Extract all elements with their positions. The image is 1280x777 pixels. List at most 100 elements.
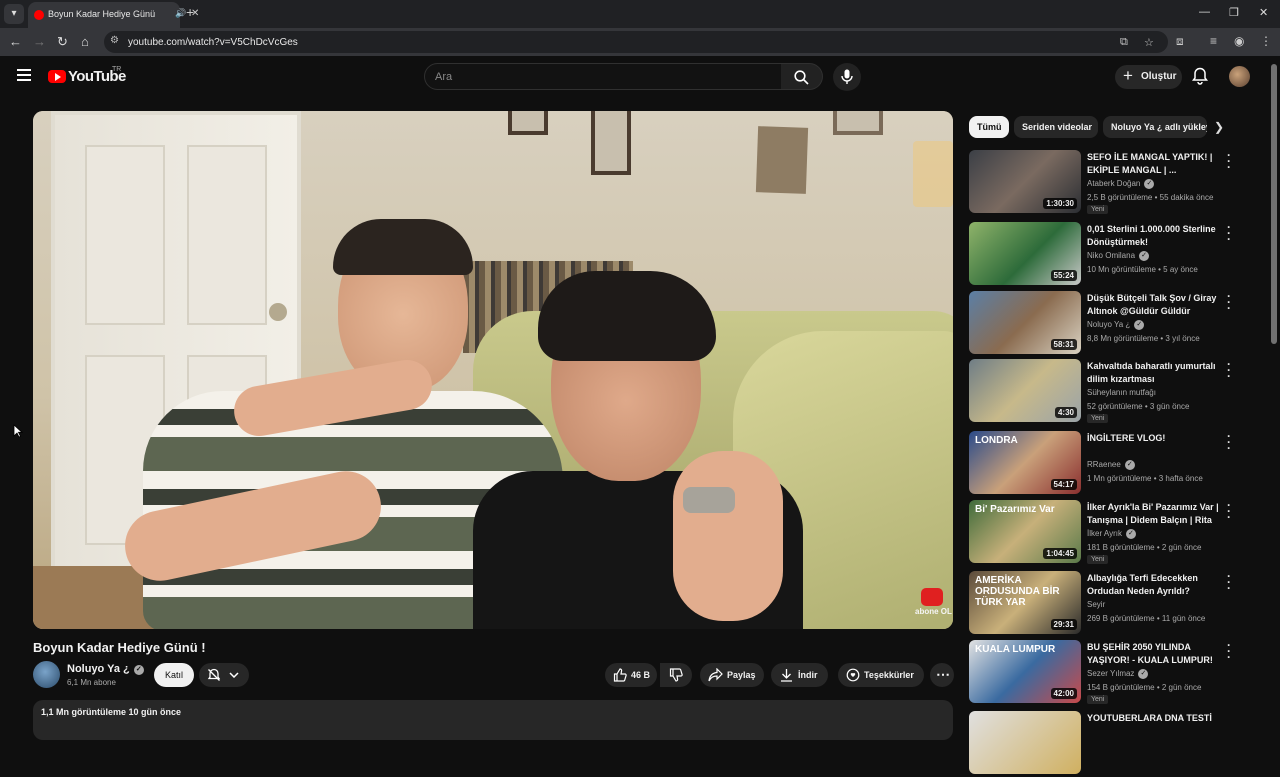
chip-uploader[interactable]: Noluyo Ya ¿ adlı yükleyiciden <box>1103 116 1207 138</box>
minimize-button[interactable]: — <box>1199 6 1210 18</box>
more-vertical-icon[interactable]: · · · <box>1227 570 1231 594</box>
video-thumbnail[interactable]: Bi' Pazarımız Var 1:04:45 <box>969 500 1081 563</box>
recommendation-channel[interactable]: İlker Ayrık ✓ <box>1087 529 1136 539</box>
download-button[interactable]: İndir <box>771 663 828 687</box>
thanks-button[interactable]: Teşekkürler <box>838 663 924 687</box>
channel-name[interactable]: Noluyo Ya ¿ ✓ <box>67 663 144 675</box>
recommendation-item[interactable]: 55:24 0,01 Sterlini 1.000.000 Sterline Dö… <box>969 221 1249 288</box>
video-thumbnail[interactable]: 4:30 <box>969 359 1081 422</box>
recommendation-channel-name[interactable]: İlker Ayrık <box>1087 529 1122 538</box>
recommendation-channel-name[interactable]: RRaenee <box>1087 460 1121 469</box>
menu-icon[interactable] <box>17 69 31 81</box>
recommendation-channel[interactable]: Niko Omilana ✓ <box>1087 251 1150 261</box>
recommendation-channel-name[interactable]: Sezer Yılmaz <box>1087 669 1134 678</box>
speaker-icon[interactable]: 🔊 <box>175 8 186 19</box>
profile-icon[interactable]: ◉ <box>1234 34 1244 48</box>
recommendation-item[interactable]: Bi' Pazarımız Var 1:04:45 İlker Ayrık'la B… <box>969 499 1249 566</box>
recommendation-channel[interactable]: Noluyo Ya ¿ ✓ <box>1087 320 1145 330</box>
recommendation-title[interactable]: YOUTUBERLARA DNA TESTİ <box>1087 712 1219 725</box>
chevron-right-icon[interactable]: ❯ <box>1214 120 1224 134</box>
reload-icon[interactable]: ↻ <box>57 34 68 50</box>
install-app-icon[interactable]: ⧉ <box>1120 36 1128 49</box>
recommendation-channel[interactable]: Ataberk Doğan ✓ <box>1087 179 1155 189</box>
share-button[interactable]: Paylaş <box>700 663 764 687</box>
recommendation-title[interactable]: Kahvaltıda baharatlı yumurtalı dilim kız… <box>1087 360 1219 386</box>
recommendation-title[interactable]: 0,01 Sterlini 1.000.000 Sterline Dönüştü… <box>1087 223 1219 249</box>
recommendation-channel-name[interactable]: Süheylanın mutfağı <box>1087 388 1156 397</box>
site-info-icon[interactable]: ⚙ <box>110 35 119 46</box>
recommendation-channel[interactable]: Sezer Yılmaz ✓ <box>1087 669 1149 679</box>
notifications-bell-icon[interactable] <box>1192 67 1208 85</box>
video-thumbnail[interactable]: KUALA LUMPUR 42:00 <box>969 640 1081 703</box>
window-close-button[interactable]: ✕ <box>1259 6 1268 19</box>
forward-icon[interactable]: → <box>33 34 46 49</box>
description-box[interactable]: 1,1 Mn görüntüleme 10 gün önce <box>33 700 953 740</box>
more-vertical-icon[interactable]: · · · <box>1227 639 1231 663</box>
extensions-icon[interactable]: ⧈ <box>1176 34 1184 49</box>
chip-all[interactable]: Tümü <box>969 116 1009 138</box>
notification-preferences-button[interactable] <box>199 663 249 687</box>
recommendation-title[interactable]: Düşük Bütçeli Talk Şov / Giray Altınok @… <box>1087 292 1219 318</box>
maximize-button[interactable]: ❐ <box>1229 6 1239 19</box>
video-thumbnail[interactable]: AMERİKA ORDUSUNDA BİR TÜRK YAR 29:31 <box>969 571 1081 634</box>
account-avatar[interactable] <box>1229 66 1250 87</box>
search-button[interactable] <box>781 63 823 90</box>
subscribe-watermark-icon[interactable] <box>921 588 943 606</box>
channel-name-text[interactable]: Noluyo Ya ¿ <box>67 663 130 675</box>
channel-avatar[interactable] <box>33 661 60 688</box>
video-thumbnail[interactable] <box>969 711 1081 774</box>
recommendation-title[interactable]: SEFO İLE MANGAL YAPTIK! | EKİPLE MANGAL … <box>1087 151 1219 177</box>
recommendation-item[interactable]: KUALA LUMPUR 42:00 BU ŞEHİR 2050 YILINDA Y… <box>969 639 1249 706</box>
recommendation-item[interactable]: 1:30:30 SEFO İLE MANGAL YAPTIK! | EKİPLE … <box>969 149 1249 216</box>
browser-menu-icon[interactable]: ⋮ <box>1260 34 1272 48</box>
more-vertical-icon[interactable]: · · · <box>1227 499 1231 523</box>
page-scrollbar[interactable] <box>1271 64 1277 344</box>
recommendation-item[interactable]: 4:30 Kahvaltıda baharatlı yumurtalı dilim… <box>969 358 1249 425</box>
recommendation-channel-name[interactable]: Ataberk Doğan <box>1087 179 1140 188</box>
video-thumbnail[interactable]: 58:31 <box>969 291 1081 354</box>
recommendation-title[interactable]: BU ŞEHİR 2050 YILINDA YAŞIYOR! - KUALA L… <box>1087 641 1219 667</box>
dislike-button[interactable] <box>660 663 692 687</box>
recommendation-channel-name[interactable]: Seyir <box>1087 600 1105 609</box>
recommendation-title[interactable]: Albaylığa Terfi Edecekken Ordudan Neden … <box>1087 572 1219 598</box>
recommendation-item[interactable]: YOUTUBERLARA DNA TESTİ <box>969 711 1249 777</box>
chip-series[interactable]: Seriden videolar <box>1014 116 1098 138</box>
tab-search-button[interactable]: ▾ <box>4 4 24 24</box>
recommendation-stats: 1 Mn görüntüleme • 3 hafta önce <box>1087 474 1203 483</box>
video-thumbnail[interactable]: LONDRA 54:17 <box>969 431 1081 494</box>
address-bar[interactable]: ⚙ youtube.com/watch?v=V5ChDcVcGes ⧉ ☆ <box>104 31 1168 53</box>
join-button[interactable]: Katıl <box>154 663 194 687</box>
new-badge: Yeni <box>1087 555 1109 564</box>
new-tab-button[interactable]: + <box>186 4 194 20</box>
more-vertical-icon[interactable]: · · · <box>1227 221 1231 245</box>
search-input[interactable] <box>435 69 765 85</box>
video-thumbnail[interactable]: 1:30:30 <box>969 150 1081 213</box>
recommendation-title[interactable]: İlker Ayrık'la Bi' Pazarımız Var | Tanış… <box>1087 501 1219 527</box>
video-player[interactable]: abone OL <box>33 111 953 629</box>
recommendation-item[interactable]: AMERİKA ORDUSUNDA BİR TÜRK YAR 29:31 Albay… <box>969 570 1249 637</box>
recommendation-channel-name[interactable]: Noluyo Ya ¿ <box>1087 320 1130 329</box>
bookmark-star-icon[interactable]: ☆ <box>1144 36 1154 49</box>
url-text[interactable]: youtube.com/watch?v=V5ChDcVcGes <box>128 37 298 48</box>
verified-icon: ✓ <box>1144 179 1155 189</box>
browser-tab[interactable]: Boyun Kadar Hediye Günü ! 🔊 ✕ <box>28 2 199 28</box>
recommendation-channel[interactable]: Seyir <box>1087 600 1105 609</box>
recommendation-title[interactable]: İNGİLTERE VLOG! <box>1087 432 1219 445</box>
home-icon[interactable]: ⌂ <box>81 34 89 49</box>
recommendation-item[interactable]: LONDRA 54:17 İNGİLTERE VLOG! RRaenee ✓ 1 Mn g… <box>969 430 1249 497</box>
more-vertical-icon[interactable]: · · · <box>1227 358 1231 382</box>
more-vertical-icon[interactable]: · · · <box>1227 430 1231 454</box>
video-thumbnail[interactable]: 55:24 <box>969 222 1081 285</box>
more-actions-button[interactable]: ⋯ <box>930 663 954 687</box>
recommendation-channel[interactable]: RRaenee ✓ <box>1087 460 1135 470</box>
recommendation-channel[interactable]: Süheylanın mutfağı <box>1087 388 1156 397</box>
media-control-icon[interactable]: ≡ <box>1210 34 1217 48</box>
recommendation-channel-name[interactable]: Niko Omilana <box>1087 251 1135 260</box>
back-icon[interactable]: ← <box>9 34 22 49</box>
like-button[interactable]: 46 B <box>605 663 657 687</box>
voice-search-button[interactable] <box>833 63 861 91</box>
create-button[interactable]: + Oluştur <box>1115 65 1182 89</box>
recommendation-item[interactable]: 58:31 Düşük Bütçeli Talk Şov / Giray Altı… <box>969 290 1249 357</box>
more-vertical-icon[interactable]: · · · <box>1227 290 1231 314</box>
more-vertical-icon[interactable]: · · · <box>1227 149 1231 173</box>
